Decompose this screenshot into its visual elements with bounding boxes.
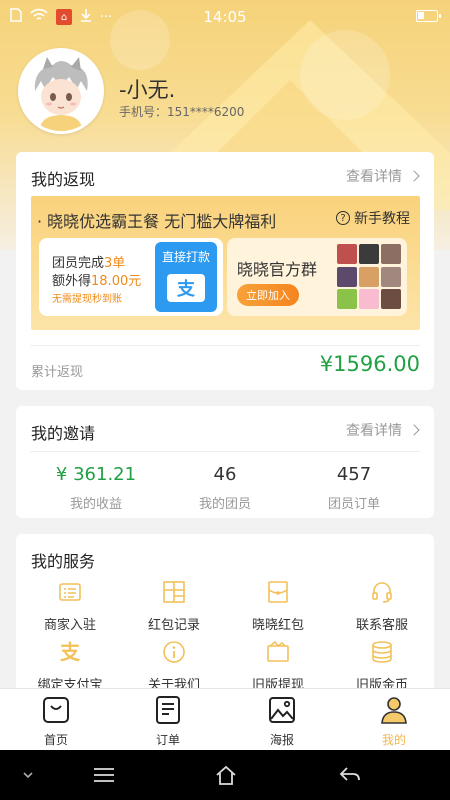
details-label: 查看详情	[346, 169, 402, 185]
bag-icon	[41, 695, 71, 725]
group-avatars	[337, 244, 401, 310]
alipay-icon: 支	[60, 640, 80, 664]
home-icon[interactable]	[214, 764, 238, 786]
invite-title: 我的邀请	[31, 424, 96, 443]
tab-home[interactable]: 首页	[0, 695, 112, 748]
tab-label: 海报	[269, 733, 294, 747]
stat-label: 我的团员	[198, 497, 251, 512]
promo-line2: 额外得18.00元	[52, 270, 141, 289]
stat-value: ¥ 361.21	[55, 464, 137, 485]
service-old-withdraw[interactable]: 旧版提现	[226, 640, 330, 693]
tab-mine[interactable]: 我的	[338, 695, 450, 748]
cashback-card: 我的返现 查看详情 · 晓晓优选霸王餐 无门槛大牌福利 ? 新手教程 团员完成3…	[16, 152, 434, 390]
battery-icon	[416, 10, 441, 22]
cashback-title: 我的返现	[31, 170, 96, 189]
chevron-right-icon	[408, 424, 420, 436]
cashback-total-label: 累计返现	[31, 365, 84, 380]
alipay-icon: 支	[167, 274, 205, 302]
cashback-details-link[interactable]: 查看详情	[346, 166, 420, 186]
order-icon	[153, 695, 183, 725]
group-avatar	[337, 289, 357, 310]
service-merchant[interactable]: 商家入驻	[18, 580, 122, 633]
wallet-icon	[266, 640, 290, 664]
invite-details-link[interactable]: 查看详情	[346, 420, 420, 440]
merchant-icon	[58, 580, 82, 604]
services-card: 我的服务 商家入驻 红包记录 晓晓红包 联系客服 支 绑定支付宝 关于我们 旧版…	[16, 534, 434, 704]
back-icon[interactable]	[338, 764, 362, 786]
details-label: 查看详情	[346, 423, 402, 439]
divider	[30, 451, 420, 452]
service-label: 联系客服	[355, 618, 408, 633]
username: -小无.	[119, 78, 176, 102]
group-avatar	[359, 244, 379, 264]
redpacket-icon	[266, 580, 290, 604]
promo-text: 额外得	[52, 274, 92, 289]
group-avatar	[337, 244, 357, 264]
tab-label: 我的	[381, 733, 406, 747]
stat-value: 46	[213, 464, 237, 485]
service-old-coins[interactable]: 旧版金币	[330, 640, 434, 693]
coins-icon	[370, 640, 394, 664]
phone-number: 手机号：151****6200	[119, 105, 245, 119]
divider	[30, 345, 420, 346]
chevron-right-icon	[408, 170, 420, 182]
promo-text: 团员完成	[52, 256, 105, 271]
stat-label: 我的收益	[69, 497, 122, 512]
promo-highlight: 18.00元	[91, 274, 142, 289]
service-bind-alipay[interactable]: 支 绑定支付宝	[18, 640, 122, 693]
group-title: 晓晓官方群	[237, 260, 318, 279]
system-nav-bar	[0, 750, 450, 800]
banner-title: · 晓晓优选霸王餐 无门槛大牌福利	[37, 212, 277, 231]
grid-icon	[162, 580, 186, 604]
image-icon	[267, 695, 297, 725]
bottom-tab-bar: 首页 订单 海报 我的	[0, 688, 450, 750]
chevron-down-icon[interactable]	[16, 764, 40, 786]
status-time: 14:05	[203, 8, 247, 26]
official-group-promo[interactable]: 晓晓官方群 立即加入	[227, 238, 407, 316]
promo-highlight: 3单	[104, 256, 126, 271]
group-avatar	[381, 289, 401, 310]
group-avatar	[359, 266, 379, 287]
status-bar: ⌂ ··· 14:05	[0, 0, 450, 34]
info-icon	[162, 640, 186, 664]
alipay-label: 直接打款	[161, 250, 210, 264]
tutorial-label: 新手教程	[354, 211, 410, 227]
alipay-payout-card: 直接打款 支	[155, 242, 217, 312]
service-label: 红包记录	[147, 618, 200, 633]
stat-earnings[interactable]: ¥ 361.21 我的收益	[26, 464, 166, 512]
promo-line1: 团员完成3单	[52, 252, 125, 271]
invite-card: 我的邀请 查看详情 ¥ 361.21 我的收益 46 我的团员 457 团员订单	[16, 406, 434, 518]
avatar[interactable]	[18, 48, 104, 134]
service-label: 商家入驻	[43, 618, 96, 633]
promo-line3: 无需提现秒到账	[52, 294, 122, 305]
stat-value: 457	[336, 464, 372, 485]
stat-orders[interactable]: 457 团员订单	[284, 464, 424, 512]
tab-poster[interactable]: 海报	[226, 695, 338, 748]
service-redpacket-records[interactable]: 红包记录	[122, 580, 226, 633]
group-avatar	[337, 266, 357, 287]
header-decoration	[300, 30, 390, 120]
service-about-us[interactable]: 关于我们	[122, 640, 226, 693]
group-avatar	[381, 244, 401, 264]
question-icon: ?	[336, 211, 350, 225]
group-avatar	[359, 289, 379, 310]
user-icon	[379, 695, 409, 725]
service-customer-support[interactable]: 联系客服	[330, 580, 434, 633]
headset-icon	[370, 580, 394, 604]
join-group-button[interactable]: 立即加入	[237, 284, 299, 306]
stat-members[interactable]: 46 我的团员	[155, 464, 295, 512]
promo-banner[interactable]: · 晓晓优选霸王餐 无门槛大牌福利 ? 新手教程 团员完成3单 额外得18.00…	[31, 196, 420, 330]
cashback-total-value: ¥1596.00	[319, 352, 420, 376]
services-title: 我的服务	[31, 552, 96, 571]
group-avatar	[381, 266, 401, 287]
stat-label: 团员订单	[327, 497, 380, 512]
tab-orders[interactable]: 订单	[112, 695, 224, 748]
menu-icon[interactable]	[92, 764, 116, 786]
service-xiaoxiao-redpacket[interactable]: 晓晓红包	[226, 580, 330, 633]
tutorial-link[interactable]: ? 新手教程	[336, 208, 410, 228]
tab-label: 订单	[155, 733, 180, 747]
tab-label: 首页	[43, 733, 68, 747]
service-label: 晓晓红包	[251, 618, 304, 633]
bonus-promo[interactable]: 团员完成3单 额外得18.00元 无需提现秒到账 直接打款 支	[39, 238, 223, 316]
